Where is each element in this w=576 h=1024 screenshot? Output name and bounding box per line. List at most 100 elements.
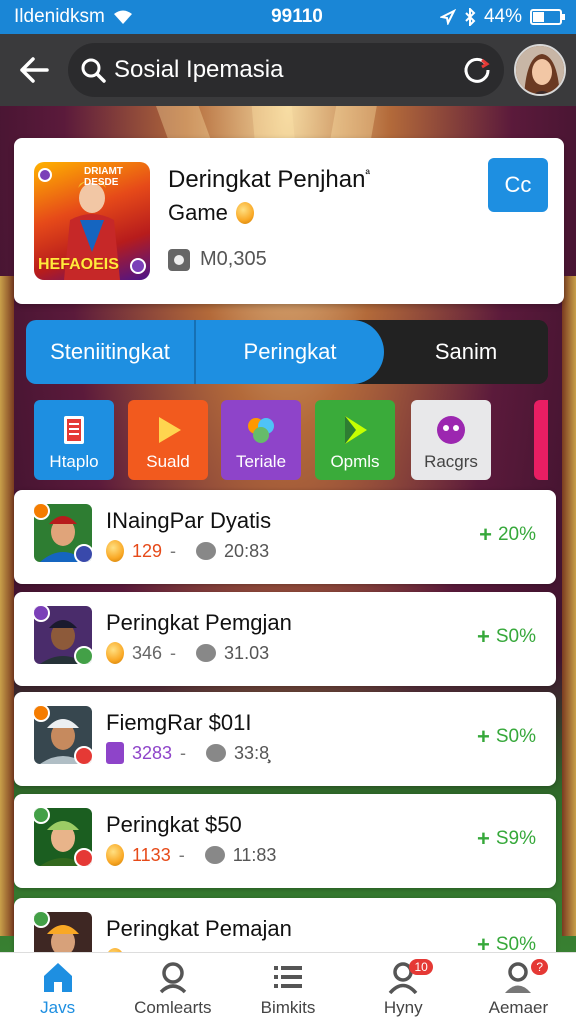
search-icon: [81, 58, 106, 83]
plus-icon: +: [477, 724, 490, 749]
featured-game-card[interactable]: DRIAMT DESDE HEFAOEIS Deringkat Penjhanª…: [14, 138, 564, 304]
player-time: 11:83: [232, 844, 277, 865]
player-stats: 1133 - 11:83: [106, 844, 276, 866]
stats-separator: -: [178, 844, 185, 865]
bluetooth-icon: [465, 8, 476, 26]
change-value: S0%: [495, 626, 536, 647]
player-name: Peringkat Pemajan: [106, 916, 292, 941]
player-stats: 346 - 31.03: [106, 642, 269, 664]
change-value: S9%: [495, 828, 536, 849]
coin-icon: [106, 642, 124, 664]
tab-label: Peringkat: [243, 339, 337, 364]
nav-label: Javs: [40, 997, 76, 1017]
plus-icon: +: [477, 624, 490, 649]
nav-item-bimkits[interactable]: Bimkits: [230, 953, 345, 1024]
trophy-icon: [106, 742, 124, 764]
nav-label: Hyny: [383, 997, 423, 1017]
game-action-button[interactable]: Cc: [488, 158, 548, 212]
coin-icon: [106, 540, 124, 562]
plus-icon: +: [479, 522, 492, 547]
category-suald[interactable]: Suald: [128, 400, 208, 480]
category-overflow[interactable]: [534, 400, 548, 480]
status-badge-icon: [74, 646, 92, 664]
game-subtitle-text: Game: [168, 200, 228, 225]
category-label: Racgrs: [424, 452, 478, 471]
nav-item-hyny[interactable]: Hyny 10: [346, 953, 461, 1024]
puzzle-icon: [248, 418, 274, 443]
game-badge-icon: [38, 168, 52, 182]
stats-icon: [168, 248, 190, 271]
player-name: INaingPar Dyatis: [106, 508, 272, 533]
game-subtitle: Game: [168, 200, 254, 226]
player-avatar: [34, 706, 92, 764]
search-input[interactable]: Sosial Ipemasia: [68, 43, 504, 97]
status-time: 99110: [271, 6, 323, 27]
game-meta: M0,305: [168, 248, 267, 271]
player-points: 1133: [132, 844, 171, 865]
status-bar: Ildenidksm 99110 44%: [0, 0, 576, 34]
game-thumbnail-title: HEFAOEIS: [38, 256, 119, 273]
coin-icon: [235, 202, 254, 224]
stats-separator: -: [180, 742, 187, 763]
player-name: FiemgRar $01I: [106, 710, 252, 735]
change-value: S0%: [495, 726, 536, 747]
player-time: 33:8̧̦: [234, 742, 270, 763]
game-title: Deringkat Penjhanª: [168, 166, 370, 194]
refresh-icon[interactable]: [462, 55, 492, 85]
tab-peringkat[interactable]: Peringkat: [196, 320, 384, 384]
category-teriale[interactable]: Teriale: [221, 400, 301, 480]
list-item[interactable]: INaingPar Dyatis 129 - 20:83 + 20%: [14, 490, 556, 584]
nav-item-aemaer[interactable]: Aemaer ?: [461, 953, 576, 1024]
player-change: + S0%: [477, 724, 536, 750]
player-name: Peringkat $50: [106, 812, 242, 837]
tab-label: Steniitingkat: [50, 339, 170, 364]
arrow-left-icon: [20, 57, 49, 83]
game-thumbnail-brand: DRIAMT DESDE: [84, 166, 123, 188]
player-change: + S0%: [477, 624, 536, 650]
status-badge-icon: [74, 746, 92, 764]
coin-icon: [106, 844, 124, 866]
status-badge-icon: [74, 544, 92, 562]
category-htaplo[interactable]: Htaplo: [34, 400, 114, 480]
category-label: Htaplo: [49, 452, 99, 471]
tab-steniitingkat[interactable]: Steniitingkat: [26, 320, 196, 384]
category-label: Opmls: [330, 452, 380, 471]
player-time: 20:83: [224, 540, 270, 561]
chat-icon: [196, 644, 217, 662]
nav-item-comlearts[interactable]: Comlearts: [115, 953, 230, 1024]
player-points: 129: [132, 540, 163, 561]
category-opmls[interactable]: Opmls: [315, 400, 395, 480]
stats-separator: -: [170, 642, 177, 663]
player-stats: 3283 - 33:8̧̦: [106, 742, 269, 764]
category-racgrs[interactable]: Racgrs: [411, 400, 491, 480]
change-value: 20%: [497, 524, 536, 545]
tab-label: Sanim: [434, 339, 498, 364]
player-time: 31.03: [224, 642, 270, 663]
player-avatar: [34, 808, 92, 866]
user-photo-icon: [516, 46, 564, 94]
nav-item-javs[interactable]: Javs: [0, 953, 115, 1024]
player-name: Peringkat Pemgjan: [106, 610, 292, 635]
game-action-label: Cc: [504, 172, 532, 197]
game-badge-icon: [130, 258, 146, 274]
tab-sanim[interactable]: Sanim: [384, 320, 548, 384]
battery-percent: 44%: [483, 6, 522, 27]
list-item[interactable]: Peringkat $50 1133 - 11:83 + S9%: [14, 794, 556, 888]
play-store-icon: [345, 416, 367, 444]
ranking-tabs: Steniitingkat Peringkat Sanim: [26, 320, 548, 384]
nav-label: Aemaer: [488, 997, 549, 1017]
nav-label: Comlearts: [134, 997, 212, 1017]
list-item[interactable]: Peringkat Pemgjan 346 - 31.03 + S0%: [14, 592, 556, 686]
category-row: Htaplo Suald Teriale Opmls Racgrs: [34, 400, 554, 480]
back-button[interactable]: [10, 46, 58, 94]
avatar[interactable]: [514, 44, 566, 96]
bottom-nav: Javs Comlearts Bimkits Hyny 10 Aemaer ?: [0, 952, 576, 1024]
plus-icon: +: [477, 826, 490, 851]
chat-icon: [204, 846, 225, 864]
player-change: + 20%: [479, 522, 536, 548]
carrier-label: Ildenidksm: [14, 6, 105, 27]
game-thumbnail[interactable]: DRIAMT DESDE HEFAOEIS: [34, 162, 150, 280]
game-title-text: Deringkat Penjhan: [168, 166, 366, 193]
chat-icon: [196, 542, 217, 560]
list-item[interactable]: FiemgRar $01I 3283 - 33:8̧̦ + S0%: [14, 692, 556, 786]
